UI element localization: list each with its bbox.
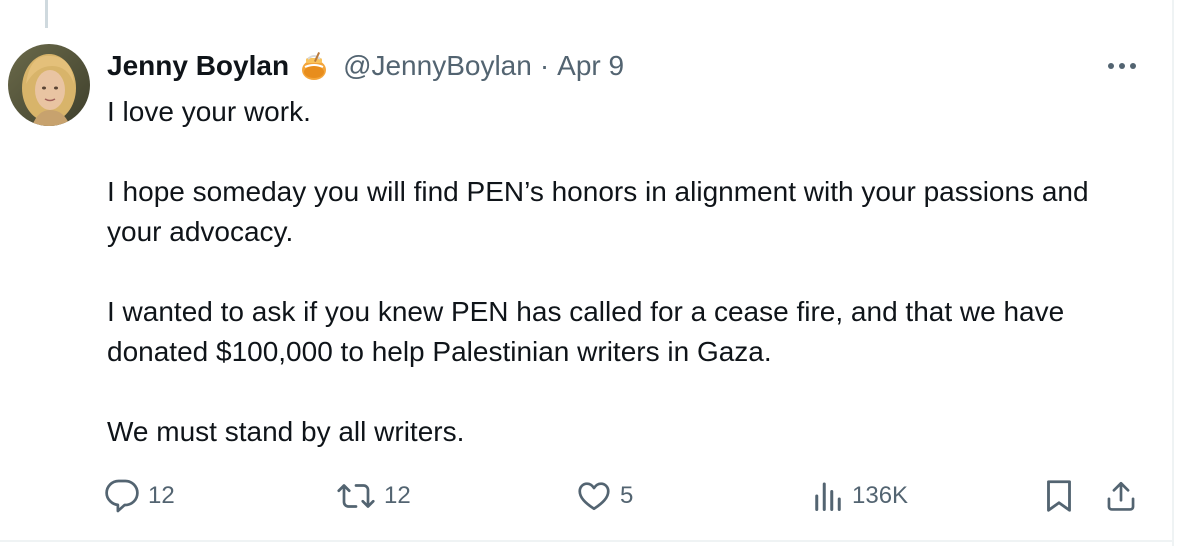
tweet-paragraph: I wanted to ask if you knew PEN has call…: [107, 296, 1065, 367]
tweet-text: I love your work. I hope someday you wil…: [107, 92, 1147, 452]
bookmark-icon: [1047, 480, 1071, 512]
heart-icon: [578, 482, 610, 511]
repost-button[interactable]: 12: [336, 476, 411, 516]
author-name[interactable]: Jenny Boylan: [107, 50, 289, 82]
share-button[interactable]: [1104, 476, 1138, 516]
analytics-icon: [815, 482, 841, 511]
reply-count: 12: [148, 482, 175, 509]
tweet-paragraph: We must stand by all writers.: [107, 416, 465, 447]
repost-icon: [337, 484, 375, 508]
share-icon: [1107, 481, 1135, 511]
tweet-card: Jenny Boylan @JennyBoylan · Apr 9 I love…: [0, 0, 1186, 546]
reply-button[interactable]: 12: [104, 476, 175, 516]
thread-connector-line: [45, 0, 48, 28]
view-count: 136K: [852, 482, 909, 509]
column-divider: [1172, 0, 1174, 546]
bookmark-button[interactable]: [1044, 476, 1074, 516]
action-bar: 12 12 5 136K: [104, 476, 1144, 516]
author-handle[interactable]: @JennyBoylan: [343, 50, 532, 82]
tweet-divider: [0, 540, 1174, 542]
tweet-date[interactable]: Apr 9: [557, 50, 624, 82]
avatar[interactable]: [8, 44, 90, 126]
tweet-paragraph: I love your work.: [107, 96, 311, 127]
honey-pot-icon: [299, 51, 329, 81]
repost-count: 12: [384, 482, 411, 509]
like-button[interactable]: 5: [576, 476, 633, 516]
more-options-icon[interactable]: [1104, 52, 1140, 80]
tweet-header: Jenny Boylan @JennyBoylan · Apr 9: [107, 46, 1146, 86]
views-button[interactable]: 136K: [812, 476, 908, 516]
tweet-paragraph: I hope someday you will find PEN’s honor…: [107, 176, 1089, 247]
reply-icon: [105, 479, 139, 513]
header-separator: ·: [539, 50, 550, 81]
avatar-image: [8, 44, 90, 126]
like-count: 5: [620, 482, 634, 509]
